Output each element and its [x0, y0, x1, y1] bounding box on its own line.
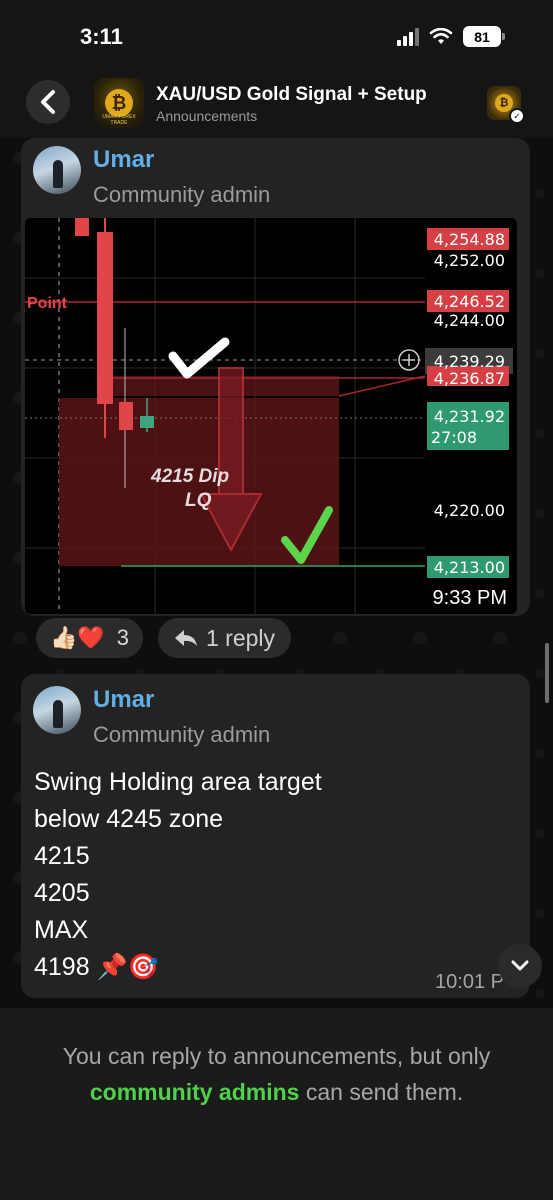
status-bar: 3:11 81: [0, 0, 553, 74]
point-label: Point: [27, 295, 68, 312]
footer-text-start: You can reply to announcements, but only: [62, 1043, 491, 1069]
cellular-signal-icon: [397, 27, 419, 46]
scroll-to-bottom-button[interactable]: [498, 944, 542, 988]
reaction-emojis: 👍🏻❤️: [50, 625, 105, 650]
sender-name[interactable]: Umar: [93, 686, 154, 714]
chat-header: ₿ UMAR FOREX TRADE XAU/USD Gold Signal +…: [0, 74, 553, 138]
candle: [119, 402, 133, 430]
bitcoin-icon: ₿: [495, 94, 513, 112]
price-label: 4,246.52: [434, 292, 505, 311]
message-time: 10:01 P: [435, 971, 504, 993]
community-admins-link[interactable]: community admins: [90, 1079, 300, 1105]
message-bubble[interactable]: Umar Community admin Point 4215 Dip LQ 4…: [21, 138, 530, 616]
footer-notice: You can reply to announcements, but only…: [0, 1008, 553, 1200]
message-line: Swing Holding area target: [34, 768, 322, 796]
message-line: below 4245 zone: [34, 805, 224, 833]
battery-icon: 81: [463, 26, 505, 47]
wifi-icon: [429, 27, 453, 44]
message-bubble[interactable]: Umar Community admin Swing Holding area …: [21, 674, 530, 998]
reactions-pill[interactable]: 👍🏻❤️ 3: [36, 618, 144, 658]
status-icons: 81: [397, 26, 505, 47]
avatar-brand-text: UMAR FOREX TRADE: [102, 114, 136, 126]
chevron-down-icon: [511, 960, 529, 971]
sender-avatar[interactable]: [33, 686, 81, 734]
message-list[interactable]: Umar Community admin Point 4215 Dip LQ 4…: [0, 138, 553, 1008]
candle: [75, 218, 89, 236]
bitcoin-icon: ₿: [105, 89, 133, 117]
back-button[interactable]: [26, 80, 70, 124]
message-line: 4205: [34, 879, 90, 907]
group-avatar[interactable]: ₿ UMAR FOREX TRADE: [94, 78, 144, 128]
lq-label: LQ: [185, 490, 212, 511]
reply-icon: [175, 630, 197, 646]
check-badge-icon: ✓: [509, 108, 525, 124]
footer-text-end: can send them.: [299, 1079, 464, 1105]
white-checkmark-icon: [168, 337, 230, 379]
group-subtitle: Announcements: [156, 108, 258, 124]
sender-avatar[interactable]: [33, 146, 81, 194]
candle: [140, 416, 154, 428]
countdown-label: 27:08: [431, 428, 477, 447]
sender-name[interactable]: Umar: [93, 146, 154, 174]
price-label: 4,231.92: [434, 407, 505, 426]
trading-chart: Point 4215 Dip LQ 4,254.88 4,252.00 4,24…: [25, 218, 517, 614]
scrollbar[interactable]: [545, 643, 549, 703]
message-line: 4198 📌🎯: [34, 953, 159, 981]
dip-label: 4215 Dip: [150, 466, 229, 487]
sender-role: Community admin: [93, 182, 271, 207]
message-text: Swing Holding area target below 4245 zon…: [34, 764, 322, 986]
group-title[interactable]: XAU/USD Gold Signal + Setup: [156, 84, 427, 106]
reply-count-label: 1 reply: [206, 624, 276, 651]
price-label: 4,244.00: [434, 311, 505, 330]
replies-button[interactable]: 1 reply: [158, 618, 292, 658]
status-time: 3:11: [80, 24, 123, 49]
price-label: 4,252.00: [434, 251, 505, 270]
price-label: 4,213.00: [434, 558, 505, 577]
message-time: 9:33 PM: [432, 587, 507, 609]
message-line: 4215: [34, 842, 90, 870]
chevron-left-icon: [41, 90, 55, 114]
reaction-count: 3: [116, 625, 130, 650]
message-line: MAX: [34, 916, 89, 944]
sender-role: Community admin: [93, 722, 271, 747]
community-avatar[interactable]: ₿ ✓: [487, 86, 525, 124]
price-label: 4,220.00: [434, 501, 505, 520]
footer-text: You can reply to announcements, but only…: [30, 1038, 523, 1110]
price-label: 4,236.87: [434, 369, 505, 388]
chart-image[interactable]: Point 4215 Dip LQ 4,254.88 4,252.00 4,24…: [25, 218, 517, 614]
price-label: 4,254.88: [434, 230, 505, 249]
candle: [97, 232, 113, 404]
